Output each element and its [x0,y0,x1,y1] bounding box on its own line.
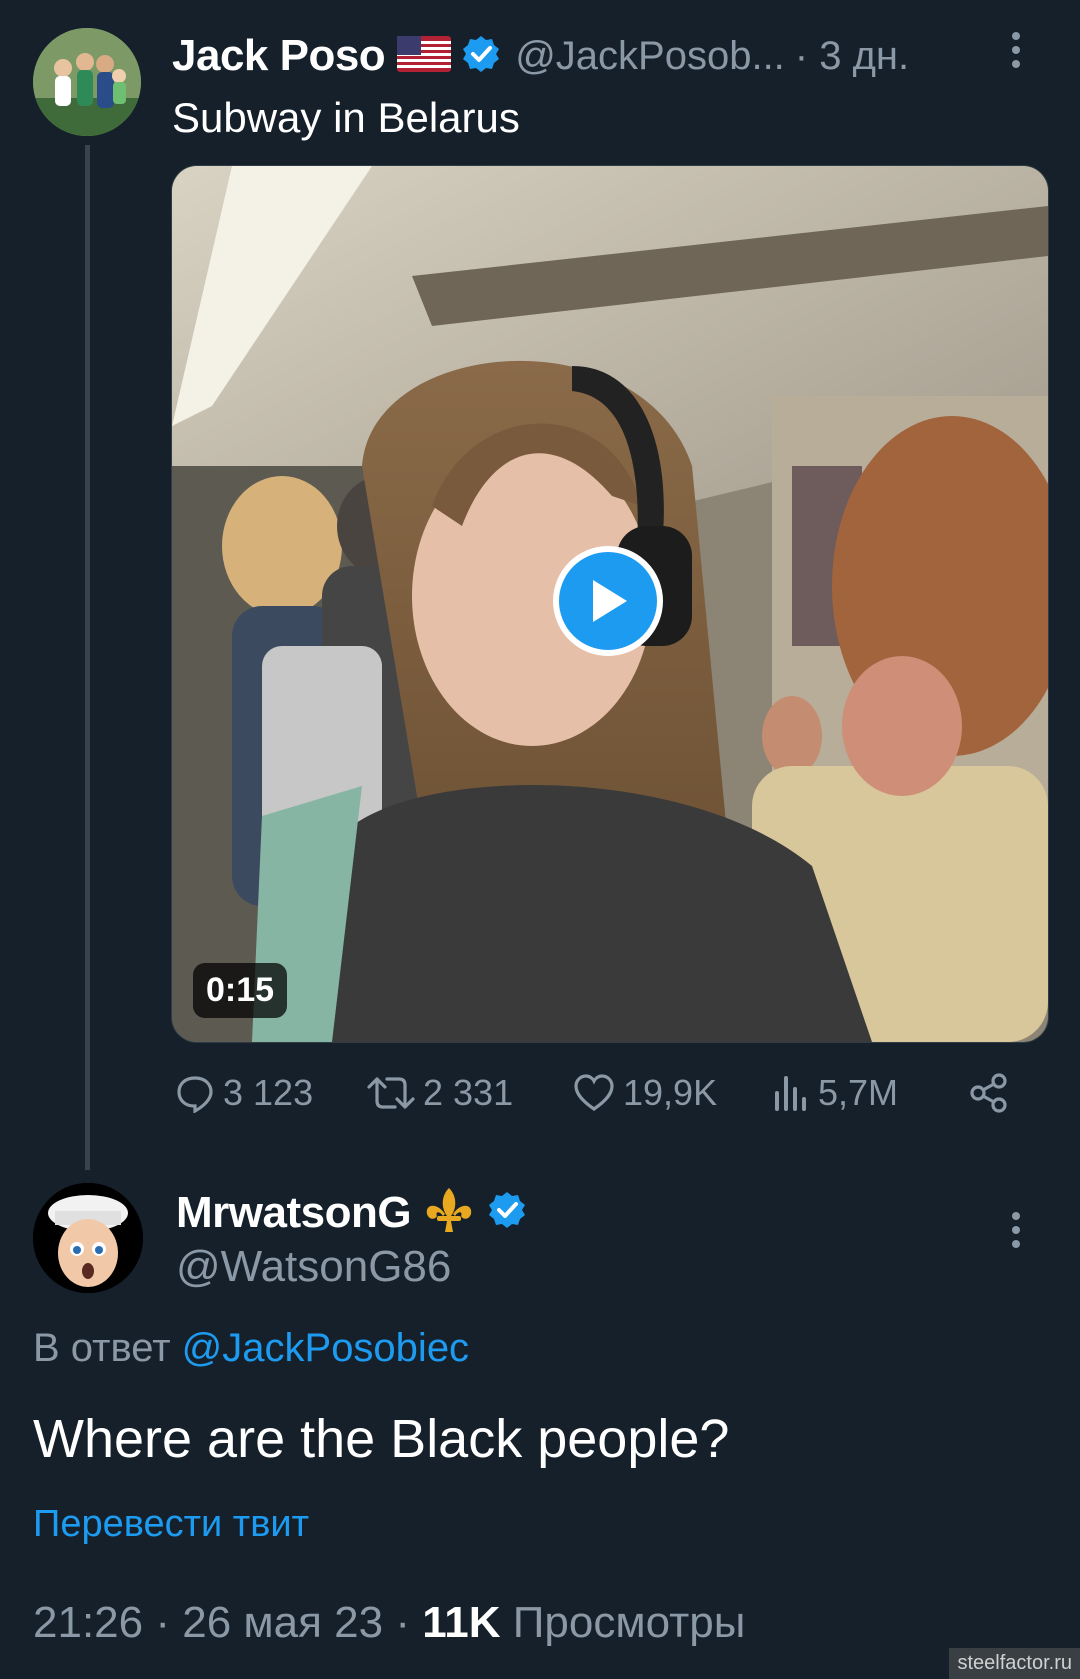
verified-badge-icon [487,1190,527,1235]
reply-author-name[interactable]: MrwatsonG [176,1188,412,1238]
retweet-count: 2 331 [423,1072,514,1113]
reply-author-handle[interactable]: @WatsonG86 [176,1242,451,1292]
more-options-icon[interactable] [1010,30,1022,75]
view-count: 5,7M [818,1072,899,1113]
reply-prefix: В ответ [33,1326,171,1370]
like-count: 19,9K [623,1072,718,1113]
views-action[interactable]: 5,7M [772,1072,898,1114]
us-flag-icon [397,35,452,77]
reply-views-count: 11K [422,1598,501,1647]
reply-to-line: В ответ @JackPosobiec [33,1326,469,1371]
views-chart-icon [775,1076,806,1111]
watermark: steelfactor.ru [949,1648,1080,1679]
author-handle[interactable]: @JackPosob... [515,34,785,79]
reply-author-header: MrwatsonG [176,1186,527,1239]
reply-views-label[interactable]: Просмотры [513,1598,746,1647]
retweet-icon [367,1077,415,1109]
author-name[interactable]: Jack Poso [172,31,386,81]
tweet-text: Subway in Belarus [172,94,520,141]
reply-author-avatar[interactable] [33,1183,143,1293]
reply-meta: 21:26 · 26 мая 23 · 11K Просмотры [33,1598,746,1647]
reply-icon [177,1076,213,1113]
reply-count: 3 123 [223,1072,314,1113]
like-action[interactable]: 19,9K [573,1072,717,1114]
reply-text: Where are the Black people? [33,1409,730,1469]
video-duration: 0:15 [193,963,288,1018]
share-icon [970,1073,1007,1113]
author-avatar[interactable] [33,28,141,136]
reply-to-handle-link[interactable]: @JackPosobiec [182,1326,469,1370]
tweet-time[interactable]: · 3 дн. [795,34,909,79]
thread-line [85,145,90,1170]
retweet-action[interactable]: 2 331 [367,1072,513,1114]
tweet-actions: 3 123 2 331 19,9K 5,7M [171,1072,1021,1124]
play-button-icon[interactable] [553,546,663,656]
tweet-header: Jack Poso @JackPosob... · 3 дн. [172,30,909,82]
reply-action[interactable]: 3 123 [175,1072,313,1114]
heart-icon [574,1074,614,1111]
reply-time[interactable]: 21:26 [33,1598,143,1647]
more-options-icon[interactable] [1010,1210,1022,1255]
verified-badge-icon [461,34,501,79]
share-action[interactable] [968,1072,1010,1114]
translate-tweet-link[interactable]: Перевести твит [33,1503,309,1546]
reply-date[interactable]: 26 мая 23 [182,1598,383,1647]
fleur-de-lis-icon [423,1186,475,1239]
